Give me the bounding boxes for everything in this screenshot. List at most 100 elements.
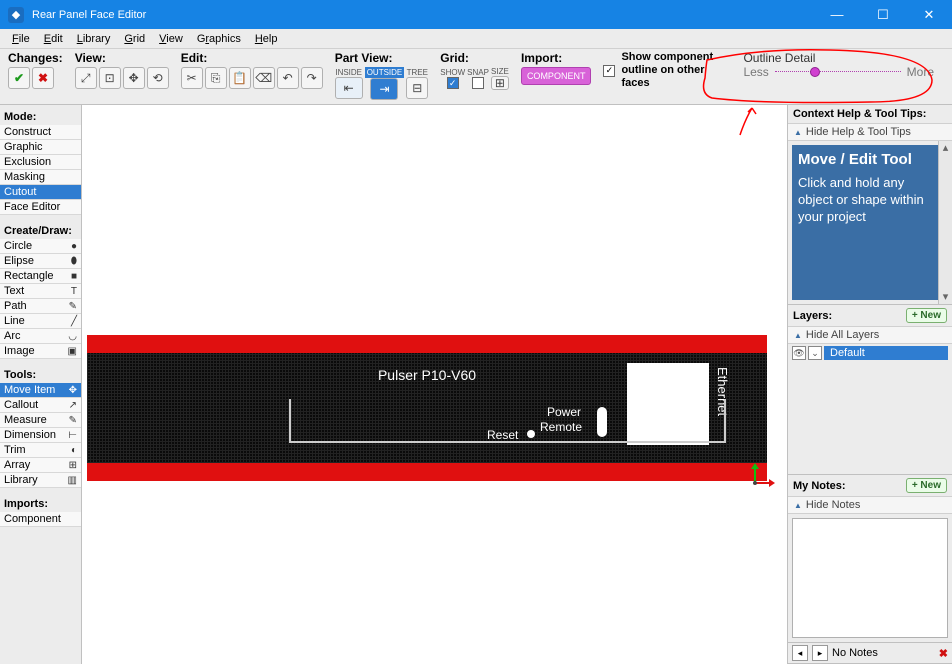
label-size: SIZE [491, 67, 509, 76]
group-view: View: ⤢ ⊡ ✥ ⟲ [75, 51, 169, 89]
menu-graphics[interactable]: Graphics [191, 31, 247, 47]
mode-item-exclusion[interactable]: Exclusion [0, 155, 81, 170]
delete-button[interactable]: ⌫ [253, 67, 275, 89]
panel-line-vr [724, 399, 726, 443]
delete-note-button[interactable]: ✖ [939, 647, 948, 660]
label-tree: TREE [407, 68, 428, 77]
scroll-up-icon[interactable]: ▴ [939, 141, 952, 155]
menu-file[interactable]: File [6, 31, 36, 47]
layer-row[interactable]: 👁 ⌄ Default [788, 344, 952, 362]
label-import: Import: [521, 51, 592, 65]
menu-view[interactable]: View [153, 31, 189, 47]
layer-name[interactable]: Default [824, 346, 948, 360]
power-remote-cutout [597, 407, 607, 437]
reject-button[interactable]: ✖ [32, 67, 54, 89]
help-scrollbar[interactable]: ▴ ▾ [938, 141, 952, 304]
menu-help[interactable]: Help [249, 31, 284, 47]
collapse-icon: ▲ [794, 501, 802, 510]
axis-indicator [747, 463, 777, 493]
notes-collapse[interactable]: ▲Hide Notes [788, 496, 952, 514]
import-component-button[interactable]: COMPONENT [521, 67, 592, 85]
notes-textarea[interactable] [792, 518, 948, 638]
label-view: View: [75, 51, 169, 65]
mode-item-masking[interactable]: Masking [0, 170, 81, 185]
menu-edit[interactable]: Edit [38, 31, 69, 47]
create-item-rectangle[interactable]: Rectangle■ [0, 269, 81, 284]
tool-item-move-item[interactable]: Move Item✥ [0, 383, 81, 398]
layers-collapse[interactable]: ▲Hide All Layers [788, 326, 952, 344]
outside-button[interactable]: ⇥ [370, 78, 398, 100]
create-item-path[interactable]: Path✎ [0, 299, 81, 314]
label-inside: INSIDE [335, 68, 362, 77]
help-body: Click and hold any object or shape withi… [798, 175, 942, 226]
tool-item-array[interactable]: Array⊞ [0, 458, 81, 473]
create-item-circle[interactable]: Circle● [0, 239, 81, 254]
tree-button[interactable]: ⊟ [406, 77, 428, 99]
mode-item-cutout[interactable]: Cutout [0, 185, 81, 200]
mode-item-graphic[interactable]: Graphic [0, 140, 81, 155]
pan-button[interactable]: ✥ [123, 67, 145, 89]
layers-header-label: Layers: [793, 310, 832, 322]
minimize-button[interactable]: — [814, 0, 860, 29]
layer-lock-icon[interactable]: ⌄ [808, 346, 822, 360]
mode-item-face-editor[interactable]: Face Editor [0, 200, 81, 215]
left-panel: Mode: ConstructGraphicExclusionMaskingCu… [0, 105, 82, 664]
paste-button[interactable]: 📋 [229, 67, 251, 89]
menubar: File Edit Library Grid View Graphics Hel… [0, 29, 952, 49]
mode-item-construct[interactable]: Construct [0, 125, 81, 140]
new-layer-button[interactable]: + New [906, 308, 947, 323]
zoom-fit-button[interactable]: ⊡ [99, 67, 121, 89]
close-button[interactable]: ✕ [906, 0, 952, 29]
menu-grid[interactable]: Grid [118, 31, 151, 47]
cut-button[interactable]: ✂ [181, 67, 203, 89]
tool-item-trim[interactable]: Trim◐ [0, 443, 81, 458]
tool-item-library[interactable]: Library▥ [0, 473, 81, 488]
outline-slider-thumb[interactable] [810, 67, 820, 77]
layers-header: Layers: + New [788, 305, 952, 326]
new-note-button[interactable]: + New [906, 478, 947, 493]
grid-snap-checkbox[interactable] [472, 77, 484, 89]
recenter-button[interactable]: ⟲ [147, 67, 169, 89]
grid-show-checkbox[interactable]: ✓ [447, 77, 459, 89]
undo-button[interactable]: ↶ [277, 67, 299, 89]
maximize-button[interactable]: ☐ [860, 0, 906, 29]
zoom-in-button[interactable]: ⤢ [75, 67, 97, 89]
notes-footer: ◂ ▸ No Notes ✖ [788, 642, 952, 663]
power-label: Power [547, 405, 581, 419]
show-component-checkbox[interactable]: ✓ [603, 65, 615, 77]
notes-header: My Notes: + New [788, 475, 952, 496]
canvas[interactable]: Pulser P10-V60 Ethernet Power Remote Res… [82, 105, 787, 664]
help-title: Move / Edit Tool [798, 151, 942, 169]
import-item-component[interactable]: Component [0, 512, 81, 527]
menu-library[interactable]: Library [71, 31, 117, 47]
create-item-elipse[interactable]: Elipse⬮ [0, 254, 81, 269]
create-item-image[interactable]: Image▣ [0, 344, 81, 359]
help-header: Context Help & Tool Tips: [788, 105, 952, 123]
layer-visible-icon[interactable]: 👁 [792, 346, 806, 360]
redo-button[interactable]: ↷ [301, 67, 323, 89]
tool-item-callout[interactable]: Callout↗ [0, 398, 81, 413]
accept-button[interactable]: ✔ [8, 67, 30, 89]
copy-button[interactable]: ⎘ [205, 67, 227, 89]
prev-note-button[interactable]: ◂ [792, 645, 808, 661]
grid-size-button[interactable]: ⊞ [491, 76, 509, 90]
create-item-line[interactable]: Line╱ [0, 314, 81, 329]
scroll-down-icon[interactable]: ▾ [939, 290, 952, 304]
label-edit: Edit: [181, 51, 323, 65]
panel-artwork[interactable]: Pulser P10-V60 Ethernet Power Remote Res… [87, 335, 767, 481]
mode-header: Mode: [0, 109, 81, 125]
tool-item-dimension[interactable]: Dimension⊢ [0, 428, 81, 443]
window-titlebar: ◆ Rear Panel Face Editor — ☐ ✕ [0, 0, 952, 29]
label-outline-detail: Outline Detail [743, 51, 934, 65]
group-changes: Changes: ✔ ✖ [8, 51, 63, 89]
inside-button[interactable]: ⇤ [335, 77, 363, 99]
tool-item-measure[interactable]: Measure✎ [0, 413, 81, 428]
help-header-label: Context Help & Tool Tips: [793, 108, 926, 120]
next-note-button[interactable]: ▸ [812, 645, 828, 661]
create-item-text[interactable]: TextT [0, 284, 81, 299]
group-outline-detail: Outline Detail Less More [743, 51, 944, 79]
help-collapse[interactable]: ▲Hide Help & Tool Tips [788, 123, 952, 141]
outline-slider-track[interactable] [775, 71, 901, 73]
group-import: Import: COMPONENT [521, 51, 592, 85]
create-item-arc[interactable]: Arc◡ [0, 329, 81, 344]
